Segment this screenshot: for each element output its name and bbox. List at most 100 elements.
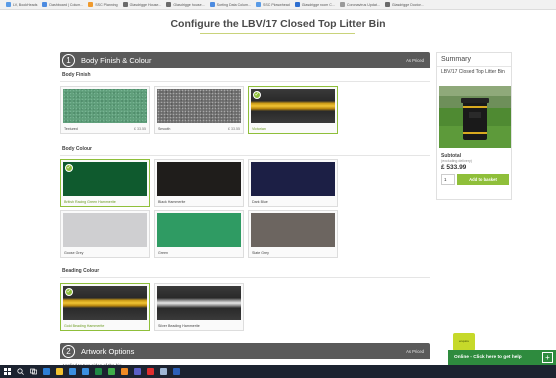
colour-swatch [63,162,147,196]
colour-card-green[interactable]: Green [154,210,244,258]
product-image [439,86,511,148]
textured-swatch [63,89,147,123]
bookmark-icon [209,2,215,7]
bookmark-item[interactable]: Sorting Data Colum... [209,2,251,7]
colour-card-british-racing-green[interactable]: ✓ British Racing Green Hammerite [60,159,150,207]
bookmark-icon [42,2,48,7]
victorian-swatch [251,89,335,123]
photos-icon[interactable] [160,368,167,375]
bookmark-label: Glasdrigge House... [129,2,162,7]
bookmark-label: Glasdrigge house... [173,2,205,7]
title-underline [200,33,355,34]
bookmark-label: Glasdrigge room C... [301,2,335,7]
task-view-icon[interactable] [30,368,37,375]
colour-label: Goose Grey [64,251,84,255]
summary-panel: Summary LBV/17 Closed Top Litter Bin Sub… [436,52,512,200]
finish-price: £ 33.55 [134,127,146,131]
enquire-tab[interactable]: enquire [453,333,475,351]
beading-label: Silver Beading Hammerite [158,324,200,328]
excel-icon[interactable] [95,368,102,375]
silver-beading-swatch [157,286,241,320]
colour-card-dark-blue[interactable]: Dark Blue [248,159,338,207]
bookmark-icon [294,2,300,7]
colour-swatch [251,213,335,247]
step-number: 1 [62,53,75,67]
litter-bin-photo [439,86,511,148]
colour-label: Green [158,251,168,255]
colour-card-black[interactable]: Black Hammerite [154,159,244,207]
edge-icon[interactable] [43,368,50,375]
store-icon[interactable] [69,368,76,375]
price-badge: As Priced [406,57,424,63]
check-icon: ✓ [65,288,73,296]
quantity-input[interactable]: 1 [441,174,455,185]
finish-label: Victorian [252,127,266,131]
bookmark-item[interactable]: Glasdrigge house... [166,2,205,7]
colour-card-goose-grey[interactable]: Goose Grey [60,210,150,258]
beading-colour-label: Beading Colour [62,268,100,274]
windows-taskbar [0,365,556,378]
add-to-basket-button[interactable]: Add to basket [457,174,509,185]
divider [437,66,511,67]
bookmark-item[interactable]: LV, BookHeads [6,2,37,7]
bookmark-item[interactable]: Coronavirus Updat... [339,2,380,7]
bookmark-icon [166,2,172,7]
finish-card-textured[interactable]: Textured £ 33.55 [60,86,150,134]
chrome-icon[interactable] [108,368,115,375]
teams-icon[interactable] [134,368,141,375]
bookmark-label: LV, BookHeads [13,2,38,7]
page-title: Configure the LBV/17 Closed Top Litter B… [170,18,386,30]
mail-icon[interactable] [82,368,89,375]
bookmark-icon [6,2,11,7]
opera-icon[interactable] [147,368,154,375]
beading-card-gold[interactable]: ✓ Gold Beading Hammerite [60,283,150,331]
search-icon[interactable] [17,368,24,375]
panel-title: Artwork Options [81,346,135,356]
bookmark-icon [255,2,261,7]
word-icon[interactable] [173,368,180,375]
plus-icon[interactable]: + [542,352,553,363]
colour-label: British Racing Green Hammerite [64,200,116,204]
file-explorer-icon[interactable] [56,368,63,375]
bookmarks-bar: LV, BookHeads Dashboard | Colum... SSC Pla… [0,0,556,10]
subtotal-price: £ 533.99 [441,164,467,171]
bookmark-item[interactable]: Glasdrigge room C... [294,2,335,7]
artwork-panel: 2 Artwork Options As Priced [60,343,430,359]
finish-label: Smooth [158,127,171,131]
finish-card-victorian[interactable]: ✓ Victorian [248,86,338,134]
bookmark-label: Dashboard | Colum... [49,2,84,7]
bookmark-item[interactable]: SSC Planning [88,2,118,7]
divider [60,81,430,82]
bookmark-item[interactable]: SSC Plowwhead [255,2,290,7]
colour-swatch [157,162,241,196]
bookmark-label: Glasdrigge Doctor... [391,2,424,7]
bookmark-item[interactable]: Glasdrigge Doctor... [384,2,424,7]
finish-card-smooth[interactable]: Smooth £ 33.55 [154,86,244,134]
bookmark-item[interactable]: Dashboard | Colum... [42,2,83,7]
colour-label: Slate Grey [252,251,269,255]
divider [60,277,430,278]
beading-label: Gold Beading Hammerite [64,324,105,328]
live-chat-bar[interactable]: Online - Click here to get help + [448,350,556,365]
divider [60,155,430,156]
beading-card-silver[interactable]: Silver Beading Hammerite [154,283,244,331]
excluding-delivery-note: (excluding delivery) [441,159,472,163]
gold-beading-swatch [63,286,147,320]
check-icon: ✓ [65,164,73,172]
bookmark-icon [122,2,128,7]
finish-price: £ 33.55 [228,127,240,131]
bookmark-item[interactable]: Glasdrigge House... [122,2,162,7]
colour-label: Dark Blue [252,200,268,204]
bookmark-icon [339,2,345,7]
colour-swatch [157,213,241,247]
artwork-header[interactable]: 2 Artwork Options As Priced [60,343,430,359]
colour-card-slate-grey[interactable]: Slate Grey [248,210,338,258]
bookmark-label: Sorting Data Colum... [216,2,251,7]
finish-label: Textured [64,127,78,131]
colour-swatch [63,213,147,247]
enquire-tab-label: enquire [458,339,469,343]
bookmark-label: Coronavirus Updat... [346,2,380,7]
windows-start-icon[interactable] [4,368,11,375]
firefox-icon[interactable] [121,368,128,375]
body-finish-header[interactable]: 1 Body Finish & Colour As Priced [60,52,430,68]
